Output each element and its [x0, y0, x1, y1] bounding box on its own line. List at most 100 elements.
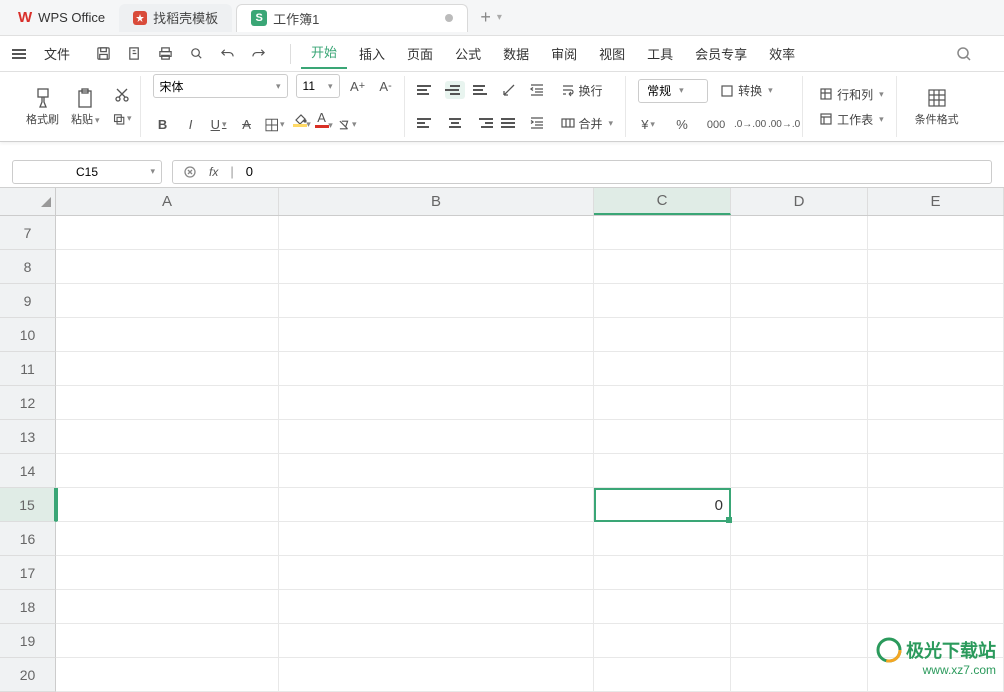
row-header[interactable]: 19 — [0, 624, 56, 658]
cell-E7[interactable] — [868, 216, 1004, 250]
cell-E10[interactable] — [868, 318, 1004, 352]
cell-A10[interactable] — [56, 318, 279, 352]
cell-B19[interactable] — [279, 624, 594, 658]
cell-E9[interactable] — [868, 284, 1004, 318]
cell-C19[interactable] — [594, 624, 731, 658]
row-header[interactable]: 14 — [0, 454, 56, 488]
cell-C12[interactable] — [594, 386, 731, 420]
menu-file[interactable]: 文件 — [34, 40, 80, 67]
row-header[interactable]: 11 — [0, 352, 56, 386]
underline-button[interactable]: U▾ — [209, 115, 229, 135]
menu-start[interactable]: 开始 — [301, 38, 347, 69]
menu-member[interactable]: 会员专享 — [685, 40, 757, 67]
thousands-icon[interactable]: 000 — [706, 115, 726, 135]
cell-B7[interactable] — [279, 216, 594, 250]
cell-B18[interactable] — [279, 590, 594, 624]
cell-E14[interactable] — [868, 454, 1004, 488]
number-format-select[interactable]: 常规▾ — [638, 79, 708, 103]
cell-B8[interactable] — [279, 250, 594, 284]
cell-E15[interactable] — [868, 488, 1004, 522]
wrap-text-button[interactable]: 换行 — [557, 80, 607, 101]
justify-icon[interactable] — [501, 114, 521, 132]
align-center-icon[interactable] — [445, 114, 465, 132]
cell-B17[interactable] — [279, 556, 594, 590]
cell-C10[interactable] — [594, 318, 731, 352]
select-all-corner[interactable] — [0, 188, 56, 215]
col-header-D[interactable]: D — [731, 188, 868, 215]
menu-tool[interactable]: 工具 — [637, 40, 683, 67]
indent-increase-icon[interactable] — [529, 114, 549, 132]
cell-A11[interactable] — [56, 352, 279, 386]
cell-A18[interactable] — [56, 590, 279, 624]
cell-D12[interactable] — [731, 386, 868, 420]
row-header[interactable]: 8 — [0, 250, 56, 284]
font-name-select[interactable]: 宋体▾ — [153, 74, 288, 98]
cell-A15[interactable] — [56, 488, 279, 522]
row-header[interactable]: 17 — [0, 556, 56, 590]
italic-button[interactable]: I — [181, 115, 201, 135]
align-middle-icon[interactable] — [445, 81, 465, 99]
menu-review[interactable]: 审阅 — [541, 40, 587, 67]
clear-format-icon[interactable]: ▾ — [337, 115, 357, 135]
row-header[interactable]: 15 — [0, 488, 56, 522]
cell-E16[interactable] — [868, 522, 1004, 556]
search-button[interactable] — [936, 46, 992, 62]
col-header-A[interactable]: A — [56, 188, 279, 215]
fx-icon[interactable]: fx — [209, 165, 218, 179]
increase-decimal-icon[interactable]: .00→.0 — [774, 115, 794, 135]
row-header[interactable]: 7 — [0, 216, 56, 250]
cell-D18[interactable] — [731, 590, 868, 624]
decrease-decimal-icon[interactable]: .0→.00 — [740, 115, 760, 135]
cell-B12[interactable] — [279, 386, 594, 420]
cell-C13[interactable] — [594, 420, 731, 454]
cell-E17[interactable] — [868, 556, 1004, 590]
cell-B20[interactable] — [279, 658, 594, 692]
cell-B13[interactable] — [279, 420, 594, 454]
indent-decrease-icon[interactable] — [529, 81, 549, 99]
cell-B16[interactable] — [279, 522, 594, 556]
menu-insert[interactable]: 插入 — [349, 40, 395, 67]
cell-B9[interactable] — [279, 284, 594, 318]
redo-icon[interactable] — [251, 46, 266, 61]
border-button[interactable]: ▾ — [265, 115, 285, 135]
cell-C7[interactable] — [594, 216, 731, 250]
strike-button[interactable]: A — [237, 115, 257, 135]
currency-icon[interactable]: ¥▾ — [638, 115, 658, 135]
col-header-B[interactable]: B — [279, 188, 594, 215]
cell-D14[interactable] — [731, 454, 868, 488]
cell-B10[interactable] — [279, 318, 594, 352]
menu-formula[interactable]: 公式 — [445, 40, 491, 67]
copy-icon[interactable]: ▾ — [112, 109, 132, 129]
cell-C15[interactable]: 0 — [594, 488, 731, 522]
cell-D10[interactable] — [731, 318, 868, 352]
cell-B14[interactable] — [279, 454, 594, 488]
font-size-select[interactable]: 11▾ — [296, 74, 340, 98]
cell-D13[interactable] — [731, 420, 868, 454]
paste-button[interactable]: 粘贴▾ — [65, 83, 106, 131]
row-header[interactable]: 16 — [0, 522, 56, 556]
col-header-E[interactable]: E — [868, 188, 1004, 215]
cell-A13[interactable] — [56, 420, 279, 454]
cell-C8[interactable] — [594, 250, 731, 284]
cell-C9[interactable] — [594, 284, 731, 318]
row-header[interactable]: 9 — [0, 284, 56, 318]
cell-E12[interactable] — [868, 386, 1004, 420]
add-tab-button[interactable]: + — [480, 7, 491, 28]
format-brush-button[interactable]: 格式刷 — [20, 83, 65, 131]
cell-D19[interactable] — [731, 624, 868, 658]
row-header[interactable]: 12 — [0, 386, 56, 420]
cell-D17[interactable] — [731, 556, 868, 590]
tab-template[interactable]: 找稻壳模板 — [119, 4, 232, 32]
decrease-font-icon[interactable]: A- — [376, 76, 396, 96]
convert-button[interactable]: 转换▾ — [716, 80, 777, 101]
cell-D20[interactable] — [731, 658, 868, 692]
menu-data[interactable]: 数据 — [493, 40, 539, 67]
cell-C18[interactable] — [594, 590, 731, 624]
cell-D15[interactable] — [731, 488, 868, 522]
increase-font-icon[interactable]: A+ — [348, 76, 368, 96]
cut-icon[interactable] — [112, 85, 132, 105]
cell-B11[interactable] — [279, 352, 594, 386]
menu-page[interactable]: 页面 — [397, 40, 443, 67]
print-icon[interactable] — [158, 46, 173, 61]
cell-A7[interactable] — [56, 216, 279, 250]
